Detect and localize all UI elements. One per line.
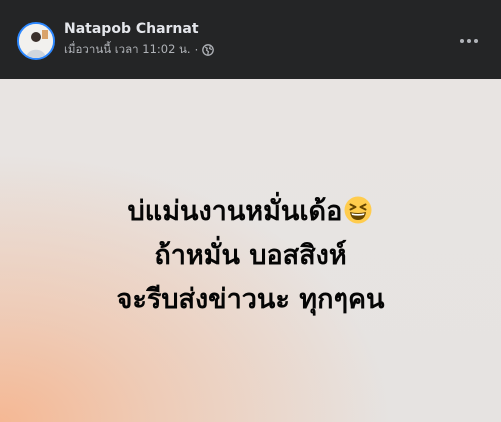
post-meta: เมื่อวานนี้ เวลา 11:02 น. · <box>64 41 215 59</box>
post-background: บ่แม่นงานหมั่นเด้อ ถ้าหมั่น บอสสิงห์ จะร… <box>0 79 501 422</box>
more-options-icon-dot <box>467 39 471 43</box>
author-name[interactable]: Natapob Charnat <box>64 21 199 37</box>
avatar-photo <box>19 24 53 58</box>
meta-separator: · <box>194 43 199 57</box>
more-options-button[interactable] <box>455 27 483 55</box>
more-options-icon-dot <box>460 39 464 43</box>
post-text-line-1: บ่แม่นงานหมั่นเด้อ <box>0 190 501 234</box>
post-text-line-1-text: บ่แม่นงานหมั่นเด้อ <box>127 196 343 227</box>
globe-icon[interactable] <box>202 44 215 56</box>
post-text-line-3: จะรีบส่งข่าวนะ ทุกๆคน <box>116 284 385 315</box>
post-text-line-2: ถ้าหมั่น บอสสิงห์ <box>154 240 347 271</box>
post-text: บ่แม่นงานหมั่นเด้อ ถ้าหมั่น บอสสิงห์ จะร… <box>0 190 501 322</box>
post-header: Natapob Charnat เมื่อวานนี้ เวลา 11:02 น… <box>0 0 501 79</box>
facebook-post: Natapob Charnat เมื่อวานนี้ เวลา 11:02 น… <box>0 0 501 422</box>
grinning-squinting-face-icon <box>343 195 373 225</box>
author-avatar[interactable] <box>17 22 55 60</box>
more-options-icon-dot <box>474 39 478 43</box>
post-timestamp[interactable]: เมื่อวานนี้ เวลา 11:02 น. <box>64 41 191 59</box>
